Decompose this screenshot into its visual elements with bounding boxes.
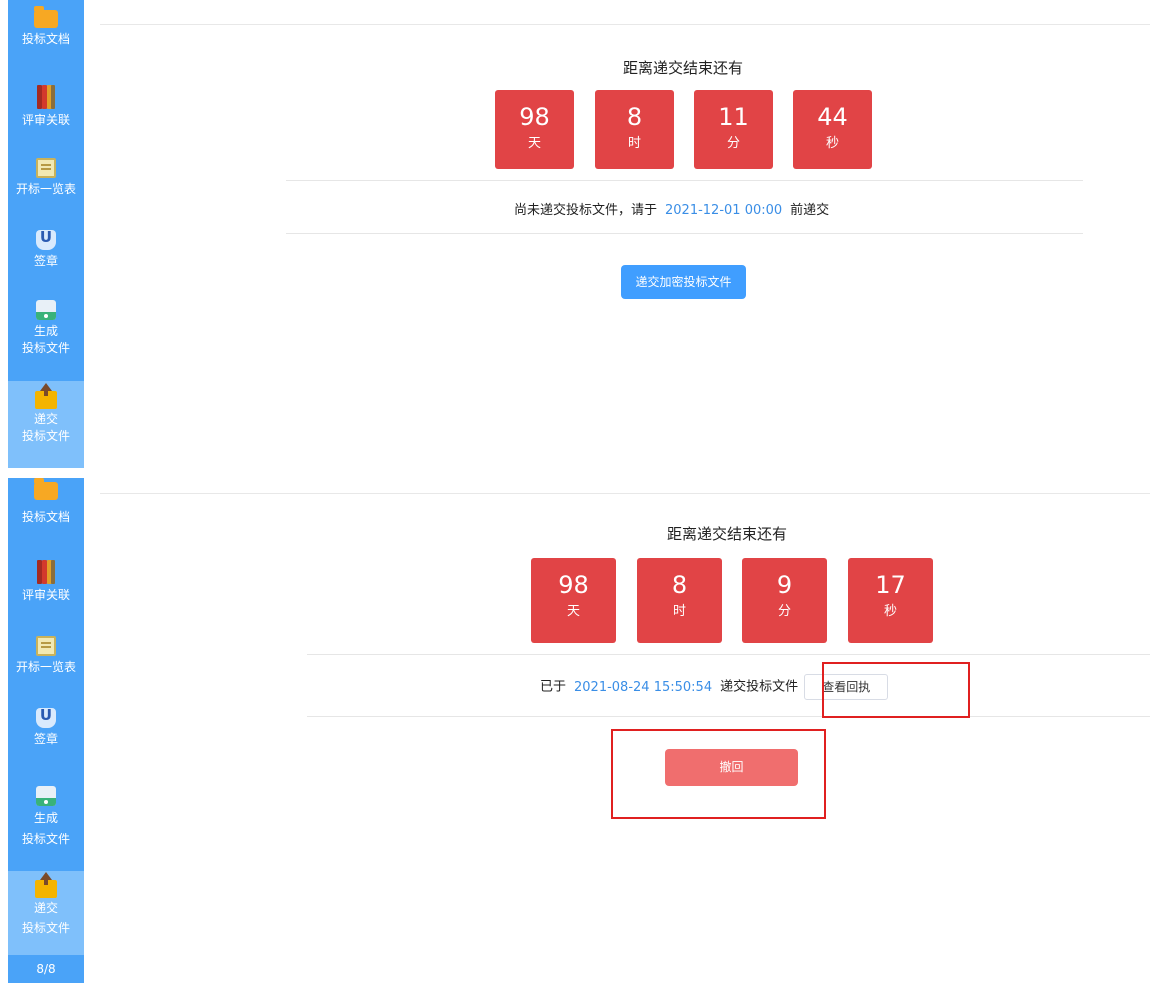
countdown-seconds: 17 秒 bbox=[848, 558, 933, 643]
countdown-days: 98 天 bbox=[531, 558, 616, 643]
countdown-seconds: 44 秒 bbox=[793, 90, 872, 169]
countdown-unit: 分 bbox=[726, 136, 740, 151]
sidebar-item-label: 开标一览表 bbox=[15, 182, 76, 196]
countdown-title: 距离递交结束还有 bbox=[666, 525, 787, 543]
upload-icon bbox=[35, 872, 57, 898]
sidebar-item-generate[interactable]: 生成 投标文件 bbox=[8, 300, 84, 357]
countdown-minutes: 11 分 bbox=[694, 90, 773, 169]
books-icon bbox=[37, 85, 55, 109]
sidebar-item-bid-docs[interactable]: 投标文档 bbox=[8, 6, 84, 48]
countdown-unit: 天 bbox=[566, 604, 580, 619]
countdown-value: 8 bbox=[626, 103, 643, 131]
sidebar-item-label: 投标文件 bbox=[21, 832, 70, 846]
divider bbox=[286, 180, 1083, 181]
submit-encrypted-file-button[interactable]: 递交加密投标文件 bbox=[621, 265, 746, 299]
seal-icon bbox=[36, 707, 56, 728]
folder-icon bbox=[34, 478, 58, 500]
countdown-unit: 时 bbox=[627, 136, 641, 151]
box-icon bbox=[36, 636, 56, 656]
sidebar-item-label: 生成 bbox=[33, 811, 58, 825]
countdown-value: 8 bbox=[671, 571, 688, 599]
sidebar-item-label: 递交 bbox=[33, 901, 58, 915]
sidebar-item-label: 签章 bbox=[33, 732, 58, 746]
sidebar-item-label: 投标文档 bbox=[21, 32, 70, 46]
divider bbox=[307, 716, 1150, 717]
sidebar-item-opening-list[interactable]: 开标一览表 bbox=[8, 636, 84, 676]
sidebar-item-submit[interactable]: 递交 投标文件 bbox=[8, 871, 84, 955]
countdown-value: 98 bbox=[519, 103, 550, 131]
divider bbox=[307, 654, 1150, 655]
status-suffix: 前递交 bbox=[790, 203, 830, 218]
countdown-unit: 分 bbox=[777, 604, 791, 619]
folder-icon bbox=[34, 6, 58, 28]
sidebar-item-bid-docs[interactable]: 投标文档 bbox=[8, 478, 84, 526]
countdown-unit: 秒 bbox=[883, 604, 897, 619]
countdown-value: 9 bbox=[776, 571, 793, 599]
sidebar-item-label: 投标文件 bbox=[21, 921, 70, 935]
countdown-days: 98 天 bbox=[495, 90, 574, 169]
sidebar-item-review[interactable]: 评审关联 bbox=[8, 85, 84, 129]
sidebar-item-submit[interactable]: 递交 投标文件 bbox=[8, 381, 84, 468]
submit-status-text: 尚未递交投标文件，请于 2021-12-01 00:00 前递交 bbox=[514, 199, 829, 218]
sidebar-item-label: 投标文件 bbox=[21, 341, 70, 355]
status-prefix: 已于 bbox=[540, 679, 567, 695]
countdown-unit: 时 bbox=[672, 604, 686, 619]
countdown-minutes: 9 分 bbox=[742, 558, 827, 643]
panel-before-submit: 投标文档 评审关联 开标一览表 签章 生成 投标文件 递交 投标文件 距离递交结… bbox=[0, 0, 1150, 468]
countdown-hours: 8 时 bbox=[637, 558, 722, 643]
countdown-hours: 8 时 bbox=[595, 90, 674, 169]
countdown-value: 44 bbox=[817, 103, 848, 131]
sidebar-item-label: 递交 bbox=[33, 412, 58, 426]
upload-icon bbox=[35, 383, 57, 409]
page-indicator: 8/8 bbox=[36, 962, 56, 976]
highlight-box-withdraw bbox=[611, 729, 826, 819]
sidebar-item-label: 评审关联 bbox=[21, 113, 70, 127]
sidebar-item-label: 签章 bbox=[33, 254, 58, 268]
sidebar: 投标文档 评审关联 开标一览表 签章 生成 投标文件 递交 投标文件 8/8 bbox=[8, 478, 84, 983]
sidebar-item-opening-list[interactable]: 开标一览表 bbox=[8, 158, 84, 198]
sidebar-item-seal[interactable]: 签章 bbox=[8, 707, 84, 748]
sidebar-item-label: 生成 bbox=[33, 324, 58, 338]
sidebar-item-generate[interactable]: 生成 投标文件 bbox=[8, 786, 84, 848]
sidebar: 投标文档 评审关联 开标一览表 签章 生成 投标文件 递交 投标文件 bbox=[8, 0, 84, 468]
countdown-value: 11 bbox=[718, 103, 749, 131]
divider bbox=[100, 493, 1150, 494]
countdown-unit: 天 bbox=[527, 136, 541, 151]
sidebar-item-label: 开标一览表 bbox=[15, 660, 76, 674]
sidebar-item-label: 投标文件 bbox=[21, 429, 70, 443]
panel-after-submit: 投标文档 评审关联 开标一览表 签章 生成 投标文件 递交 投标文件 8/8 距… bbox=[0, 478, 1150, 983]
countdown-value: 98 bbox=[558, 571, 589, 599]
seal-icon bbox=[36, 229, 56, 250]
divider bbox=[100, 24, 1150, 25]
countdown-title: 距离递交结束还有 bbox=[622, 59, 743, 77]
submitted-time: 2021-08-24 15:50:54 bbox=[574, 679, 713, 695]
status-prefix: 尚未递交投标文件，请于 bbox=[514, 203, 658, 218]
sidebar-item-review[interactable]: 评审关联 bbox=[8, 560, 84, 604]
status-suffix: 递交投标文件 bbox=[720, 679, 799, 695]
highlight-box-receipt bbox=[822, 662, 970, 718]
deadline-time: 2021-12-01 00:00 bbox=[665, 203, 783, 218]
box-icon bbox=[36, 158, 56, 178]
divider bbox=[286, 233, 1083, 234]
countdown-unit: 秒 bbox=[825, 136, 839, 151]
countdown-value: 17 bbox=[875, 571, 906, 599]
disk-icon bbox=[36, 786, 56, 806]
sidebar-item-label: 投标文档 bbox=[21, 510, 70, 524]
sidebar-item-seal[interactable]: 签章 bbox=[8, 229, 84, 270]
sidebar-item-label: 评审关联 bbox=[21, 588, 70, 602]
books-icon bbox=[37, 560, 55, 584]
disk-icon bbox=[36, 300, 56, 320]
